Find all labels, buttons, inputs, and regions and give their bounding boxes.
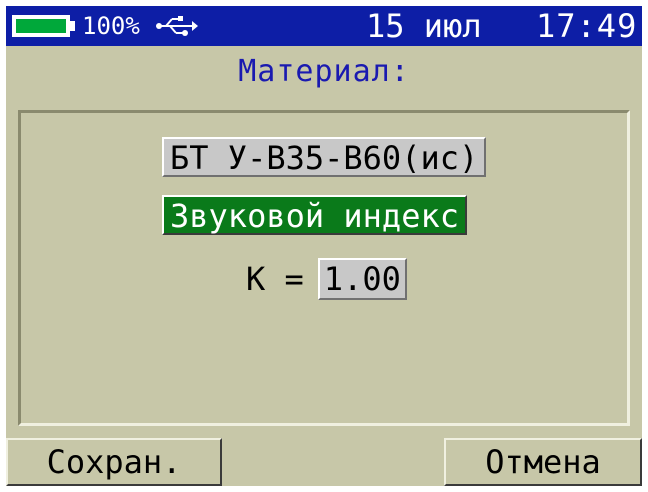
mode-field[interactable]: Звуковой индекс <box>162 195 467 235</box>
battery-icon <box>12 15 70 37</box>
battery-percent: 100% <box>82 12 140 40</box>
coefficient-label: K = <box>246 260 304 298</box>
status-time: 17:49 <box>536 7 638 45</box>
cancel-button[interactable]: Отмена <box>444 438 642 486</box>
battery-level-fill <box>16 19 66 33</box>
page-title: Материал: <box>238 54 410 89</box>
app-window: 100% 15 июл 17:49 Материал: БТ У-В35-В60… <box>6 6 642 486</box>
battery-tip <box>70 21 75 31</box>
status-bar: 100% 15 июл 17:49 <box>6 6 642 46</box>
status-date: 15 июл <box>366 7 482 45</box>
settings-panel: БТ У-В35-В60(ис) Звуковой индекс K = 1.00 <box>18 110 630 426</box>
coefficient-row: K = 1.00 <box>246 257 407 301</box>
save-button[interactable]: Сохран. <box>6 438 222 486</box>
usb-icon <box>156 16 198 36</box>
material-field[interactable]: БТ У-В35-В60(ис) <box>162 137 487 177</box>
device-screen: 100% 15 июл 17:49 Материал: БТ У-В35-В60… <box>0 0 648 492</box>
coefficient-input[interactable]: 1.00 <box>317 258 407 300</box>
